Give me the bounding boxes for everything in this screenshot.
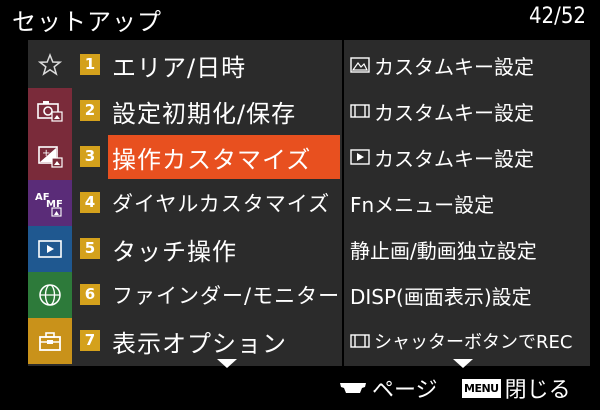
menu-item-label: ファインダー/モニター — [112, 284, 341, 308]
scroll-down-arrow-left[interactable] — [217, 359, 237, 368]
menu-item-operation-customize[interactable]: 3 操作カスタマイズ — [72, 134, 342, 180]
tab-shooting[interactable] — [28, 88, 72, 134]
photo-mode-icon — [350, 57, 370, 73]
item-number: 2 — [80, 100, 100, 121]
movie-mode-icon — [350, 334, 370, 348]
tab-network[interactable] — [28, 272, 72, 318]
menu-item-label: タッチ操作 — [112, 238, 237, 266]
network-globe-icon — [39, 284, 61, 306]
playback-mode-icon — [350, 149, 370, 165]
page-hint: ページ — [338, 370, 438, 406]
item-number: 6 — [80, 284, 100, 305]
close-label: 閉じる — [504, 378, 571, 403]
submenu-label: Fnメニュー設定 — [350, 192, 495, 217]
menu-button-icon: MENU — [462, 378, 501, 398]
tab-exposure[interactable]: + — [28, 134, 72, 180]
menu-item-area-datetime[interactable]: 1 エリア/日時 — [72, 42, 342, 88]
submenu-item-shutter-rec[interactable]: シャッターボタンでREC — [350, 318, 572, 364]
item-number: 4 — [80, 192, 100, 213]
submenu-item-still-movie-independent[interactable]: 静止画/動画独立設定 — [350, 226, 537, 272]
tab-favorites[interactable] — [28, 42, 72, 88]
submenu-label: カスタムキー設定 — [374, 54, 534, 79]
menu-list: 1 エリア/日時 2 設定初期化/保存 3 操作カスタマイズ 4 ダイヤルカスタ… — [72, 40, 342, 366]
playback-icon — [38, 240, 62, 258]
submenu-label: DISP(画面表示)設定 — [350, 284, 532, 309]
submenu-label: シャッターボタンでREC — [374, 332, 573, 353]
submenu-item-disp-settings[interactable]: DISP(画面表示)設定 — [350, 272, 532, 318]
item-number: 7 — [80, 330, 100, 351]
svg-text:+: + — [42, 148, 50, 159]
submenu-label: 静止画/動画独立設定 — [350, 238, 537, 263]
submenu-item-playback-custom-key[interactable]: カスタムキー設定 — [350, 134, 534, 180]
dial-icon — [340, 383, 366, 393]
page-count: 42/52 — [528, 4, 586, 29]
menu-item-label: エリア/日時 — [112, 54, 247, 82]
menu-item-finder-monitor[interactable]: 6 ファインダー/モニター — [72, 272, 342, 318]
toolbox-icon — [39, 332, 61, 351]
item-number: 3 — [80, 146, 100, 167]
submenu-label: カスタムキー設定 — [374, 146, 534, 171]
page-title: セットアップ — [12, 8, 162, 36]
menu-item-reset-save[interactable]: 2 設定初期化/保存 — [72, 88, 342, 134]
movie-mode-icon — [350, 104, 370, 118]
submenu-item-photo-custom-key[interactable]: カスタムキー設定 — [350, 42, 534, 88]
photo-edit-icon: + — [38, 146, 63, 168]
menu-item-label: 操作カスタマイズ — [112, 146, 312, 174]
close-hint[interactable]: MENU 閉じる — [462, 370, 571, 406]
menu-item-label: 表示オプション — [112, 330, 287, 358]
submenu-item-movie-custom-key[interactable]: カスタムキー設定 — [350, 88, 534, 134]
af-mf-icon: AFMF — [35, 192, 63, 217]
tab-focus[interactable]: AF MF — [28, 180, 72, 226]
tab-playback[interactable] — [28, 226, 72, 272]
camera-icon — [37, 101, 63, 122]
item-number: 5 — [80, 238, 100, 259]
menu-item-touch-operation[interactable]: 5 タッチ操作 — [72, 226, 342, 272]
submenu-label: カスタムキー設定 — [374, 100, 534, 125]
menu-item-dial-customize[interactable]: 4 ダイヤルカスタマイズ — [72, 180, 342, 226]
category-sidebar: + AF MF — [28, 40, 72, 366]
scroll-down-arrow-right[interactable] — [453, 359, 473, 368]
menu-item-label: ダイヤルカスタマイズ — [112, 192, 331, 216]
submenu-item-fn-menu[interactable]: Fnメニュー設定 — [350, 180, 494, 226]
item-number: 1 — [80, 54, 100, 75]
page-label: ページ — [372, 378, 438, 403]
star-icon — [38, 53, 62, 76]
submenu-list: カスタムキー設定 カスタムキー設定 カスタムキー設定 Fnメニュー設定 静止画/… — [344, 40, 590, 366]
menu-item-label: 設定初期化/保存 — [112, 100, 297, 128]
menu-item-display-options[interactable]: 7 表示オプション — [72, 318, 342, 364]
tab-setup[interactable] — [28, 318, 72, 364]
